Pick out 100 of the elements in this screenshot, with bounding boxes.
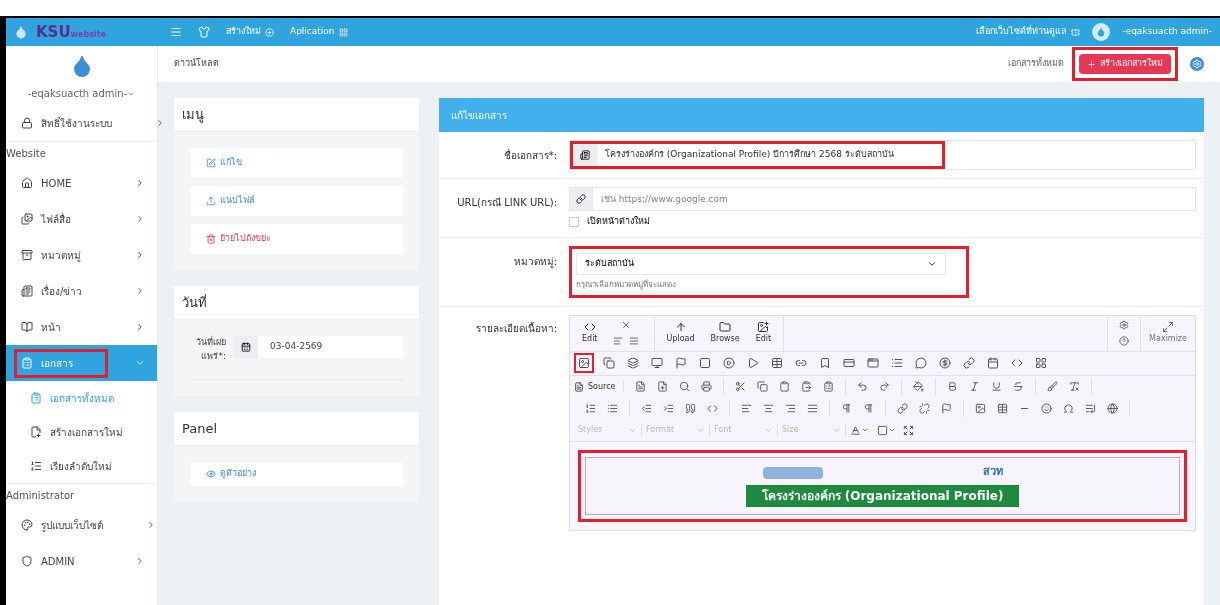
checkbox-label: เปิดหน้าต่างใหม่ xyxy=(587,215,650,228)
sidebar-item[interactable]: หมวดหมู่ xyxy=(6,237,157,273)
chevron-right-icon xyxy=(135,214,145,224)
plus-icon xyxy=(1087,59,1096,69)
file-icon xyxy=(574,381,584,392)
field-label: หมวดหมู่: xyxy=(512,254,558,269)
category-hint: กรุณาเลือกหมวดหมู่ที่จะแสดง xyxy=(576,278,677,291)
submenu-item[interactable]: เรียงลำดับใหม่ xyxy=(6,449,157,483)
sidebar-label: รูปแบบเว็บไซต์ xyxy=(41,517,103,533)
chevron-right-icon xyxy=(155,118,165,128)
editor-tool-button[interactable]: Upload xyxy=(666,321,695,345)
sidebar-item[interactable]: รูปแบบเว็บไซต์ xyxy=(6,507,157,543)
sidebar-item[interactable]: หน้า xyxy=(6,309,157,345)
category-select[interactable]: ระดับสถาบัน xyxy=(576,252,946,275)
edit-source-button[interactable]: Edit xyxy=(582,321,598,345)
image-plus-icon xyxy=(757,321,770,333)
palette-icon xyxy=(21,519,33,531)
people-illustration xyxy=(762,466,823,479)
file-plus-icon xyxy=(30,426,42,438)
create-document-button[interactable]: สร้างเอกสารใหม่ xyxy=(1079,54,1171,74)
editor-content[interactable]: สวท โครงร่างองค์กร (Organizational Profile) xyxy=(585,456,1180,515)
chevron-right-icon xyxy=(135,322,145,332)
unlink-icon[interactable] xyxy=(916,400,933,417)
clipboard-icon xyxy=(21,357,33,369)
list-icon xyxy=(30,460,42,472)
sidebar-label: ADMIN xyxy=(41,554,75,569)
ticket-icon xyxy=(1071,27,1081,37)
upload-icon xyxy=(206,196,216,206)
sidebar-item[interactable]: ไฟล์สื่อ xyxy=(6,201,157,237)
section-label: Website xyxy=(6,141,157,165)
lock-icon xyxy=(21,117,33,129)
avatar-icon xyxy=(1092,23,1111,41)
chevron-right-icon xyxy=(135,556,145,566)
book-icon xyxy=(21,321,33,333)
link-icon[interactable] xyxy=(894,400,911,417)
play-icon[interactable] xyxy=(720,354,738,372)
sidebar-label: ไฟล์สื่อ xyxy=(41,211,71,227)
field-label: วันที่เผยแพร่*: xyxy=(195,336,226,363)
banner-title: โครงร่างองค์กร (Organizational Profile) xyxy=(745,484,1020,507)
shield-icon xyxy=(21,555,33,567)
submenu-item[interactable]: สร้างเอกสารใหม่ xyxy=(6,415,157,449)
editor-tool-button[interactable]: Edit xyxy=(755,321,772,345)
menu-link[interactable]: แก้ไข xyxy=(190,148,403,178)
breadcrumb: ดาวน์โหลด xyxy=(174,57,219,71)
chevron-right-icon xyxy=(146,520,156,530)
sidebar-item[interactable]: เรื่อง/ข่าว xyxy=(6,273,157,309)
square-icon xyxy=(877,424,888,436)
link-icon xyxy=(576,194,586,204)
maximize-button[interactable]: Maximize xyxy=(1140,315,1195,351)
menu-icon[interactable] xyxy=(170,26,182,38)
images-icon xyxy=(21,213,33,225)
coin-icon[interactable] xyxy=(936,354,954,372)
menu-link[interactable]: แนบไฟล์ xyxy=(190,186,403,216)
form-title: แก้ไขเอกสาร xyxy=(451,108,507,123)
edit-icon xyxy=(206,158,216,168)
all-documents-link[interactable]: เอกสารทั้งหมด xyxy=(1008,57,1064,71)
field-label: URL(กรณี LINK URL): xyxy=(456,196,558,210)
preview-link[interactable]: ดูตัวอย่าง xyxy=(190,462,403,486)
grid-icon xyxy=(338,27,348,37)
sidebar-item[interactable]: HOME xyxy=(6,165,157,201)
field-label: รายละเอียดเนื้อหา: xyxy=(474,320,558,336)
field-label: ชื่อเอกสาร*: xyxy=(502,147,558,163)
menu-link[interactable]: ย้ายไปถังขยะ xyxy=(190,224,403,254)
folder-icon xyxy=(719,321,732,333)
section-label: Administrator xyxy=(6,483,157,507)
smile-icon[interactable] xyxy=(1038,400,1055,417)
shirt-icon[interactable] xyxy=(198,26,210,38)
link-icon[interactable] xyxy=(960,354,978,372)
chevron-right-icon xyxy=(135,250,145,260)
house-icon xyxy=(21,177,33,189)
globe-icon[interactable] xyxy=(1104,400,1121,417)
sidebar-label: หมวดหมู่ xyxy=(41,248,81,263)
copy-icon[interactable] xyxy=(600,354,618,372)
maximize-icon xyxy=(1162,321,1175,333)
caret-icon xyxy=(888,426,896,434)
logo-text: KSUwebsite xyxy=(36,21,106,43)
editor-tool-button[interactable]: Browse xyxy=(710,321,740,345)
eye-icon xyxy=(206,469,216,479)
url-field[interactable]: เช่น https://www.google.com xyxy=(593,187,1196,211)
logo-icon xyxy=(14,25,28,39)
plus-circle-icon xyxy=(265,27,274,37)
chevron-right-icon xyxy=(135,286,145,296)
date-field[interactable]: 03-04-2569 xyxy=(234,336,403,358)
sidebar-label: เรื่อง/ข่าว xyxy=(41,283,83,299)
checkbox[interactable] xyxy=(569,216,579,227)
sidebar-label: หน้า xyxy=(41,320,61,335)
sidebar-item[interactable]: ADMIN xyxy=(6,543,157,579)
chevron-right-icon xyxy=(135,178,145,188)
newspaper-icon xyxy=(21,285,33,297)
chevron-down-icon xyxy=(135,358,145,368)
sidebar-item[interactable]: สิทธิ์ใช้งานระบบ xyxy=(6,105,157,141)
code-icon xyxy=(583,321,596,333)
comment-icon[interactable] xyxy=(912,354,930,372)
sidebar-label: เอกสาร xyxy=(41,356,73,371)
source-button[interactable]: Source xyxy=(574,380,625,393)
settings-icon[interactable] xyxy=(1190,57,1204,71)
sidebar-label: สิทธิ์ใช้งานระบบ xyxy=(41,115,112,131)
layers-icon[interactable] xyxy=(624,354,642,372)
image-icon[interactable] xyxy=(574,353,594,373)
user-name[interactable]: -eqaksuacth admin- xyxy=(27,86,128,101)
